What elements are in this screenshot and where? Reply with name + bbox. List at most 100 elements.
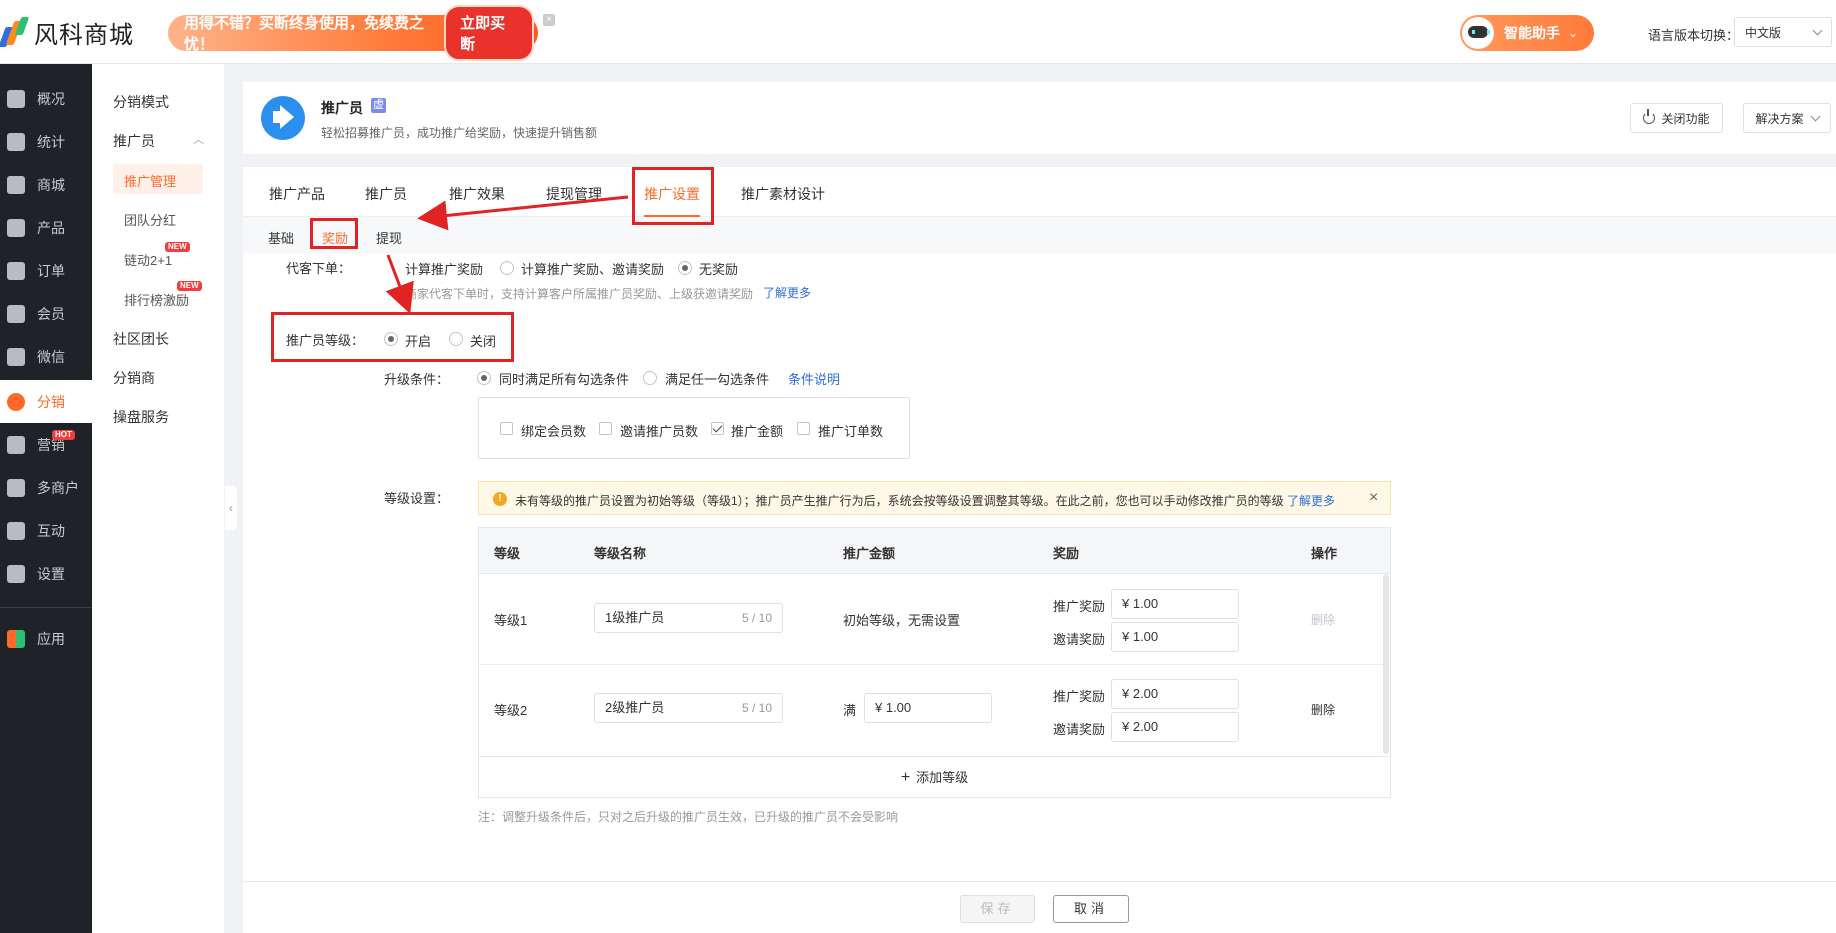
th-amount: 推广金额 <box>843 546 896 561</box>
feature-header: 推广员 虚 轻松招募推广员，成功推广给奖励，快速提升销售额 关闭功能 解决方案 <box>243 82 1836 154</box>
page-title: 推广员 <box>321 100 363 116</box>
nav-item-apps[interactable]: 应用 <box>0 617 92 660</box>
nav-item-settings[interactable]: 设置 <box>0 552 92 595</box>
condition-link[interactable]: 条件说明 <box>788 369 840 388</box>
logo[interactable]: 风科商城 <box>0 16 134 49</box>
nav-label: 会员 <box>37 305 65 322</box>
row1-level: 等级1 <box>494 613 528 628</box>
tab-promoters[interactable]: 推广员 <box>365 184 407 204</box>
row2-name-value: 2级推广员 <box>605 700 665 715</box>
nav-item-multi-merchant[interactable]: 多商户 <box>0 466 92 509</box>
tab-promo-products[interactable]: 推广产品 <box>269 184 325 204</box>
upgrade-any-label[interactable]: 满足任一勾选条件 <box>665 369 769 388</box>
chevron-down-icon: ⌄ <box>1568 26 1579 40</box>
promo-banner[interactable]: 用得不错？买断终身使用，免续费之忧！ 立即买断 <box>168 5 538 61</box>
nav-item-products[interactable]: 产品 <box>0 206 92 249</box>
table-scrollbar[interactable] <box>1383 574 1389 754</box>
row1-delete-button[interactable]: 删除 <box>1311 611 1335 628</box>
highlight-box-settings-tab <box>632 167 714 225</box>
lang-select[interactable]: 中文版 <box>1734 17 1832 47</box>
tab-withdraw-manage[interactable]: 提现管理 <box>546 184 602 204</box>
tab-promo-effect[interactable]: 推广效果 <box>449 184 505 204</box>
promo-close-icon[interactable]: × <box>543 14 555 26</box>
grid-icon <box>7 218 25 237</box>
apps-icon <box>7 521 25 540</box>
nav-label: 产品 <box>37 219 65 236</box>
row2-name-input[interactable]: 2级推广员 5 / 10 <box>594 693 783 723</box>
wechat-icon <box>7 347 25 366</box>
nav-item-distribution[interactable]: 分销 <box>0 380 92 423</box>
nav-item-interaction[interactable]: 互动 <box>0 509 92 552</box>
chevron-up-icon[interactable]: ︿ <box>193 131 204 147</box>
close-feature-button[interactable]: 关闭功能 <box>1630 103 1723 133</box>
assistant-button[interactable]: 智能助手 ⌄ <box>1460 15 1594 51</box>
nav-item-marketing[interactable]: 营销 <box>0 423 92 466</box>
chart-icon <box>7 132 25 151</box>
save-button[interactable]: 保存 <box>960 895 1035 923</box>
subnav-item-team-bonus[interactable]: 团队分红 <box>124 210 176 229</box>
subnav-item-mode[interactable]: 分销模式 <box>113 92 169 112</box>
row1-invite-input[interactable]: ¥ 1.00 <box>1111 622 1239 652</box>
lang-label: 语言版本切换： <box>1648 28 1740 43</box>
cancel-button[interactable]: 取消 <box>1053 895 1129 923</box>
nav-item-wechat[interactable]: 微信 <box>0 335 92 378</box>
add-level-button[interactable]: + 添加等级 <box>479 756 1390 798</box>
upgrade-label: 升级条件： <box>384 372 450 387</box>
condition-label-4[interactable]: 推广订单数 <box>818 421 883 440</box>
tab-bar: 推广产品 推广员 推广效果 提现管理 推广设置 推广素材设计 <box>243 167 1836 217</box>
subnav-item-promoter[interactable]: 推广员 <box>113 131 155 151</box>
proxy-option-1[interactable]: 计算推广奖励 <box>405 259 483 278</box>
subnav-item-promo-manage[interactable]: 推广管理 <box>124 171 176 190</box>
row2-invite-label: 邀请奖励 <box>1053 722 1106 737</box>
proxy-option-2[interactable]: 计算推广奖励、邀请奖励 <box>521 259 664 278</box>
collapse-icon[interactable]: ‹ <box>225 486 237 530</box>
chevron-down-icon <box>1810 111 1820 121</box>
subnav-item-chain[interactable]: 链动2+1 <box>124 250 172 269</box>
proxy-radio-2[interactable] <box>500 261 514 275</box>
upgrade-all-label[interactable]: 同时满足所有勾选条件 <box>499 369 629 388</box>
row2-reward-label: 推广奖励 <box>1053 689 1106 704</box>
close-feature-label: 关闭功能 <box>1661 111 1710 126</box>
subnav-item-ranking[interactable]: 排行榜激励 <box>124 290 189 309</box>
robot-icon <box>1462 17 1494 49</box>
solution-button[interactable]: 解决方案 <box>1743 103 1831 133</box>
promo-buy-button[interactable]: 立即买断 <box>444 5 534 61</box>
upgrade-all-radio[interactable] <box>477 371 491 385</box>
row1-name-input[interactable]: 1级推广员 5 / 10 <box>594 603 783 633</box>
subtab-basic[interactable]: 基础 <box>268 228 294 247</box>
table-header: 等级 等级名称 推广金额 奖励 操作 <box>479 528 1390 574</box>
row1-reward-input[interactable]: ¥ 1.00 <box>1111 589 1239 619</box>
upgrade-any-radio[interactable] <box>643 371 657 385</box>
subnav-item-operation[interactable]: 操盘服务 <box>113 407 169 427</box>
alert-learn-more-link[interactable]: 了解更多 <box>1287 494 1335 508</box>
row2-delete-button[interactable]: 删除 <box>1311 701 1335 718</box>
learn-more-link[interactable]: 了解更多 <box>763 284 811 301</box>
condition-label-3[interactable]: 推广金额 <box>731 421 783 440</box>
condition-checkbox-2[interactable] <box>599 422 612 435</box>
condition-label-2[interactable]: 邀请推广员数 <box>620 421 698 440</box>
condition-checkbox-3[interactable] <box>711 422 724 435</box>
proxy-option-3[interactable]: 无奖励 <box>699 259 738 278</box>
close-icon[interactable]: × <box>1369 489 1378 507</box>
store-icon <box>7 478 25 497</box>
chevron-down-icon <box>1812 25 1823 35</box>
row2-invite-input[interactable]: ¥ 2.00 <box>1111 712 1239 742</box>
nav-item-stats[interactable]: 统计 <box>0 120 92 163</box>
row2-reward-input[interactable]: ¥ 2.00 <box>1111 679 1239 709</box>
condition-label-1[interactable]: 绑定会员数 <box>521 421 586 440</box>
proxy-radio-3[interactable] <box>678 261 692 275</box>
nav-item-shop[interactable]: 商城 <box>0 163 92 206</box>
nav-label: 设置 <box>37 565 65 582</box>
condition-checkbox-1[interactable] <box>500 422 513 435</box>
tab-material-design[interactable]: 推广素材设计 <box>741 184 825 204</box>
subnav-item-community[interactable]: 社区团长 <box>113 329 169 349</box>
row2-amount-input[interactable]: ¥ 1.00 <box>864 693 992 723</box>
nav-item-orders[interactable]: 订单 <box>0 249 92 292</box>
subtab-withdraw[interactable]: 提现 <box>376 228 402 247</box>
new-badge: NEW <box>177 281 202 291</box>
condition-checkbox-4[interactable] <box>797 422 810 435</box>
nav-label: 多商户 <box>37 479 79 496</box>
nav-item-overview[interactable]: 概况 <box>0 77 92 120</box>
subnav-item-distributor[interactable]: 分销商 <box>113 368 155 388</box>
nav-item-members[interactable]: 会员 <box>0 292 92 335</box>
